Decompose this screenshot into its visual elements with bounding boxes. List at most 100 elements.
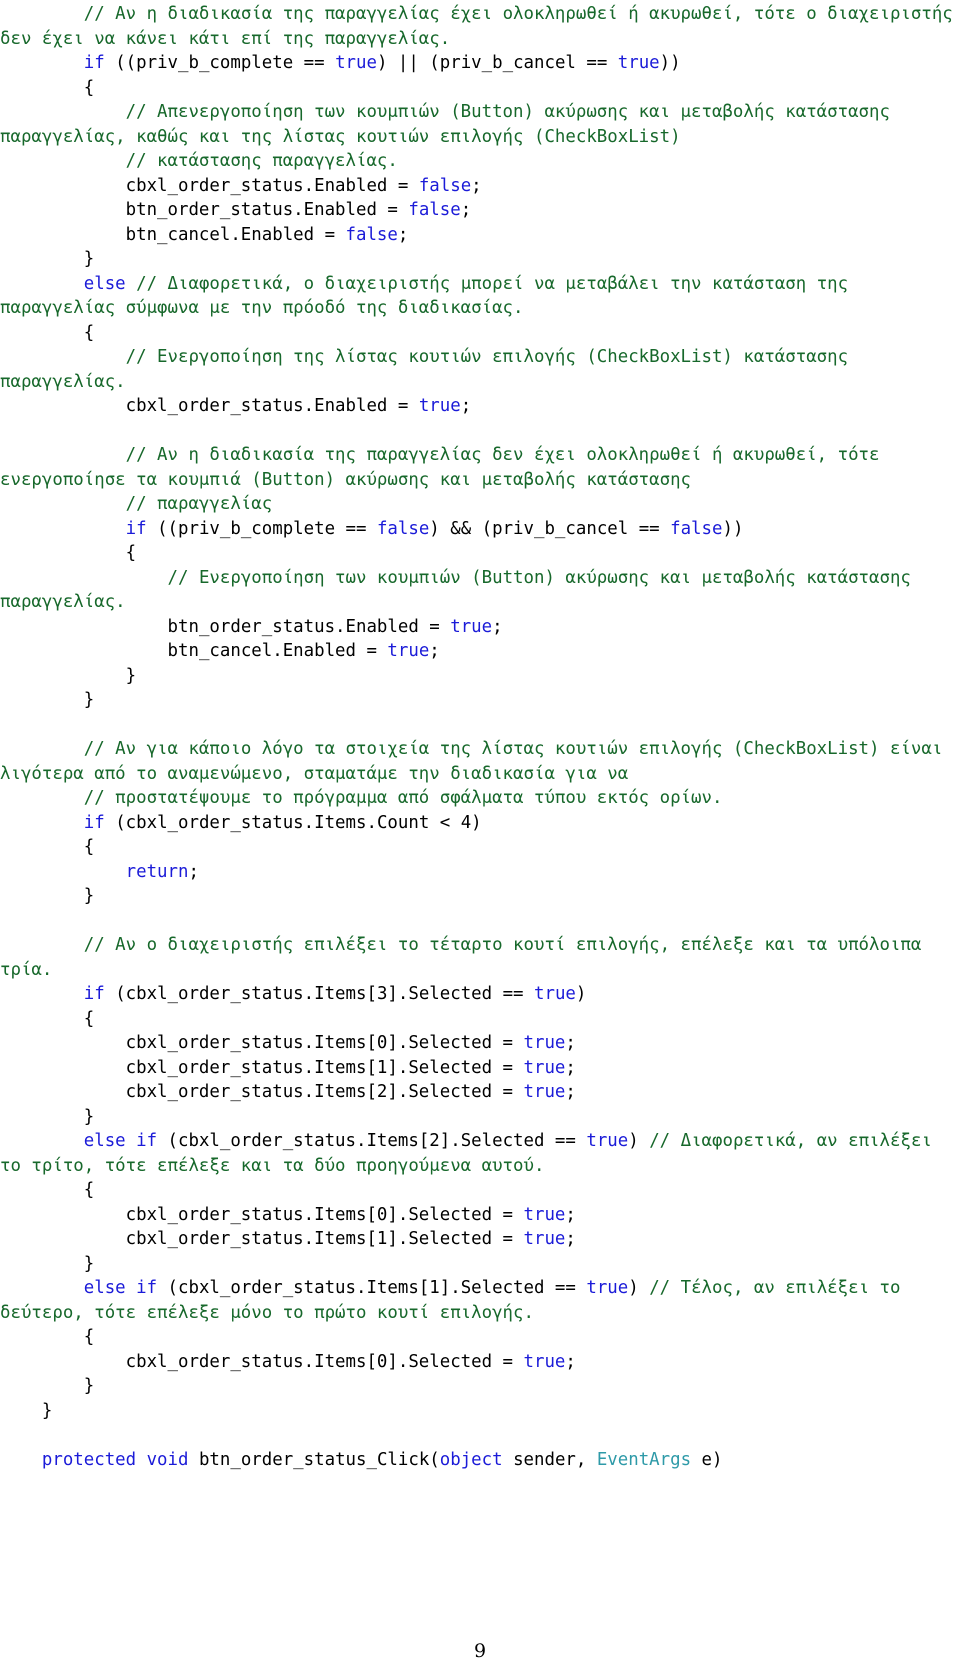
code-text: ; <box>565 1057 576 1078</box>
code-line: else // Διαφορετικά, ο διαχειριστής μπορ… <box>0 272 956 321</box>
code-line: // Απενεργοποίηση των κουμπιών (Button) … <box>0 100 956 149</box>
code-line: // Ενεργοποίηση των κουμπιών (Button) ακ… <box>0 566 956 615</box>
code-keyword: true <box>523 1033 566 1053</box>
code-text: cbxl_order_status.Items[1].Selected = <box>125 1057 524 1078</box>
code-text: ; <box>429 641 440 661</box>
code-text: )) <box>722 518 744 539</box>
code-keyword: if <box>83 53 105 73</box>
code-keyword: else if <box>83 1278 158 1298</box>
code-keyword: if <box>125 518 147 539</box>
code-text: btn_order_status.Enabled = <box>167 616 451 637</box>
code-text: (cbxl_order_status.Items[1].Selected == <box>157 1278 587 1298</box>
code-text: } <box>83 886 95 906</box>
code-line: // Αν η διαδικασία της παραγγελίας δεν έ… <box>0 443 956 492</box>
code-line: else if (cbxl_order_status.Items[1].Sele… <box>0 1276 956 1325</box>
code-comment: // Αν για κάποιο λόγο τα στοιχεία της λί… <box>0 739 953 784</box>
code-line: } <box>0 884 956 909</box>
code-keyword: false <box>408 200 461 220</box>
code-line: // παραγγελίας <box>0 492 956 517</box>
document-page: // Αν η διαδικασία της παραγγελίας έχει … <box>0 0 960 1676</box>
code-text: e) <box>691 1449 723 1470</box>
code-text: { <box>83 1180 95 1200</box>
code-keyword: true <box>450 616 493 637</box>
code-keyword: true <box>523 1082 566 1102</box>
code-keyword: object <box>439 1449 503 1470</box>
code-text: } <box>125 665 137 686</box>
code-listing: // Αν η διαδικασία της παραγγελίας έχει … <box>0 0 956 1472</box>
code-text: btn_cancel.Enabled = <box>125 224 346 245</box>
code-keyword: true <box>523 1204 566 1225</box>
code-line: btn_cancel.Enabled = false; <box>0 223 956 248</box>
code-comment: // Αν η διαδικασία της παραγγελίας δεν έ… <box>0 445 890 490</box>
code-comment: // Απενεργοποίηση των κουμπιών (Button) … <box>0 102 901 147</box>
code-line: if ((priv_b_complete == true) || (priv_b… <box>0 51 956 76</box>
code-text: ; <box>188 861 199 882</box>
code-text: { <box>125 543 137 563</box>
code-line: cbxl_order_status.Items[0].Selected = tr… <box>0 1031 956 1056</box>
code-text: ((priv_b_complete == <box>104 53 336 73</box>
code-text: cbxl_order_status.Items[0].Selected = <box>125 1351 524 1372</box>
code-keyword: true <box>387 641 430 661</box>
code-line: { <box>0 1178 956 1203</box>
code-text: ; <box>565 1033 576 1053</box>
code-text: ; <box>460 396 472 416</box>
code-comment: // προστατέψουμε το πρόγραμμα από σφάλμα… <box>83 788 723 808</box>
code-line: } <box>0 247 956 272</box>
code-line: { <box>0 1007 956 1032</box>
code-comment: // παραγγελίας <box>125 494 273 514</box>
code-keyword: if <box>83 984 105 1004</box>
code-text: ((priv_b_complete == <box>146 518 377 539</box>
code-text: cbxl_order_status.Items[2].Selected = <box>125 1082 524 1102</box>
code-line: // Αν ο διαχειριστής επιλέξει το τέταρτο… <box>0 933 956 982</box>
code-keyword: false <box>345 224 398 245</box>
code-comment: // Ενεργοποίηση της λίστας κουτιών επιλο… <box>0 347 859 392</box>
code-line: btn_order_status.Enabled = false; <box>0 198 956 223</box>
code-text: ; <box>492 616 503 637</box>
code-type: EventArgs <box>596 1449 692 1470</box>
code-text: { <box>83 1327 95 1347</box>
code-line: // Ενεργοποίηση της λίστας κουτιών επιλο… <box>0 345 956 394</box>
code-keyword: else <box>83 273 126 294</box>
code-keyword: true <box>534 984 576 1004</box>
code-text: ; <box>460 200 472 220</box>
code-text: } <box>83 249 95 269</box>
code-line: } <box>0 1105 956 1130</box>
code-text: } <box>41 1400 53 1421</box>
code-line: cbxl_order_status.Items[1].Selected = tr… <box>0 1056 956 1081</box>
code-line: if (cbxl_order_status.Items.Count < 4) <box>0 811 956 836</box>
code-text: { <box>83 1008 95 1029</box>
code-text: ; <box>471 175 482 196</box>
code-keyword: true <box>418 396 461 416</box>
code-keyword: true <box>523 1351 566 1372</box>
code-keyword: false <box>418 175 472 196</box>
code-text: } <box>83 1253 95 1274</box>
code-text: ) <box>628 1278 650 1298</box>
code-comment: // Αν ο διαχειριστής επιλέξει το τέταρτο… <box>0 935 932 980</box>
code-text: btn_order_status.Enabled = <box>125 200 409 220</box>
code-line: { <box>0 835 956 860</box>
code-keyword: return <box>125 861 189 882</box>
code-text: btn_order_status_Click( <box>188 1449 440 1470</box>
